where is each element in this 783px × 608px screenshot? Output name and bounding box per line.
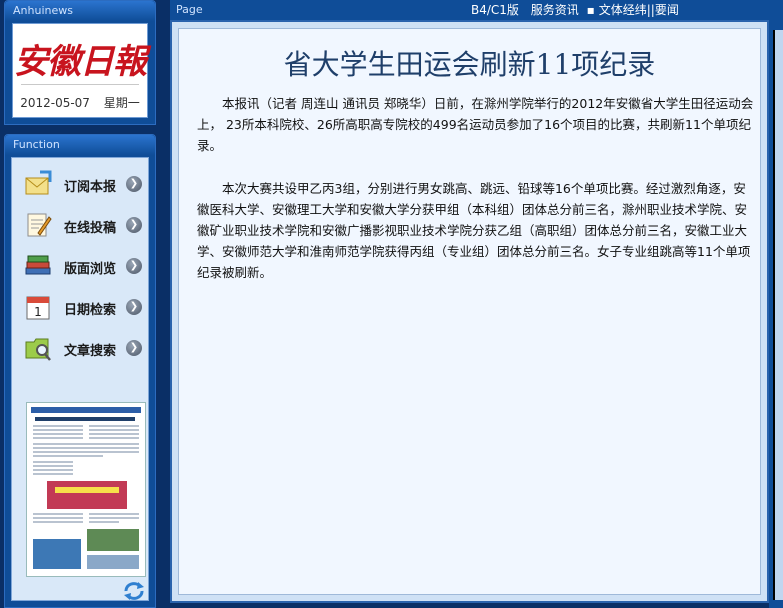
brand-divider <box>21 84 139 85</box>
brand-panel: Anhuinews 安徽日報 2012-05-07 星期一 <box>4 0 156 125</box>
refresh-icon[interactable] <box>122 581 146 601</box>
right-edge-panel <box>769 20 783 608</box>
chevron-right-icon: ❯ <box>126 299 142 315</box>
article-paragraph: 本次大赛共设甲乙丙3组，分别进行男女跳高、跳远、铅球等16个单项比赛。经过激烈角… <box>197 181 751 280</box>
menu-item-browse[interactable]: 版面浏览 ❯ <box>20 250 142 284</box>
chevron-right-icon: ❯ <box>126 340 142 356</box>
article-frame: 省大学生田运会刷新11项纪录 本报讯（记者 周连山 通讯员 郑晓华）日前，在滁州… <box>170 20 769 603</box>
menu-label-browse: 版面浏览 <box>64 262 117 277</box>
page-header-bar: Page B4/C1版 服务资讯 ▪ 文体经纬||要闻 <box>170 0 783 20</box>
newspaper-logo: 安徽日報 <box>14 42 147 82</box>
function-panel: Function 订阅本报 ❯ 在线投稿 ❯ 版面浏览 ❯ 1 日期检索 ❯ 文… <box>4 134 156 608</box>
function-menu: 订阅本报 ❯ 在线投稿 ❯ 版面浏览 ❯ 1 日期检索 ❯ 文章搜索 ❯ <box>11 157 149 601</box>
bullet-separator: ▪ <box>586 3 595 17</box>
issue-date: 2012-05-07 <box>20 96 90 110</box>
menu-label-article-search: 文章搜索 <box>64 344 117 359</box>
mail-icon <box>25 170 52 195</box>
chevron-right-icon: ❯ <box>126 217 142 233</box>
calendar-day-number: 1 <box>34 305 42 319</box>
issue-weekday: 星期一 <box>103 96 140 110</box>
page-header-title: Page <box>176 3 203 16</box>
chevron-right-icon: ❯ <box>126 258 142 274</box>
folder-search-icon <box>25 338 51 361</box>
pipe-separator: || <box>646 3 655 17</box>
date-line: 2012-05-07 星期一 <box>13 94 147 111</box>
books-icon <box>25 255 51 275</box>
menu-item-subscribe[interactable]: 订阅本报 ❯ <box>20 168 142 202</box>
article-paragraph: 本报讯（记者 周连山 通讯员 郑晓华）日前，在滁州学院举行的2012年安徽省大学… <box>197 96 754 153</box>
calendar-icon: 1 <box>26 296 50 320</box>
edition-label: B4/C1版 <box>471 3 519 17</box>
article-content: 省大学生田运会刷新11项纪录 本报讯（记者 周连山 通讯员 郑晓华）日前，在滁州… <box>178 28 761 595</box>
nav-link-culture-sports[interactable]: 文体经纬 <box>599 3 647 17</box>
pen-paper-icon <box>27 213 52 237</box>
menu-label-date-search: 日期检索 <box>64 303 117 318</box>
right-edge-inner <box>773 30 783 600</box>
nav-link-headlines[interactable]: 要闻 <box>655 3 679 17</box>
menu-item-article-search[interactable]: 文章搜索 ❯ <box>20 332 142 366</box>
brand-box: 安徽日報 2012-05-07 星期一 <box>12 23 148 118</box>
nav-link-service-info[interactable]: 服务资讯 <box>531 3 579 17</box>
menu-item-date-search[interactable]: 1 日期检索 ❯ <box>20 291 142 325</box>
menu-item-submit[interactable]: 在线投稿 ❯ <box>20 209 142 243</box>
brand-panel-header: Anhuinews <box>5 1 155 21</box>
page-thumbnail[interactable] <box>26 402 146 577</box>
chevron-right-icon: ❯ <box>126 176 142 192</box>
article-title: 省大学生田运会刷新11项纪录 <box>283 48 656 81</box>
menu-label-submit: 在线投稿 <box>64 221 117 236</box>
menu-label-subscribe: 订阅本报 <box>64 180 117 195</box>
function-panel-header: Function <box>5 135 155 155</box>
newspaper-page-preview <box>27 403 145 576</box>
page-nav: B4/C1版 服务资讯 ▪ 文体经纬||要闻 <box>471 0 679 20</box>
article-body: 本报讯（记者 周连山 通讯员 郑晓华）日前，在滁州学院举行的2012年安徽省大学… <box>197 93 757 305</box>
